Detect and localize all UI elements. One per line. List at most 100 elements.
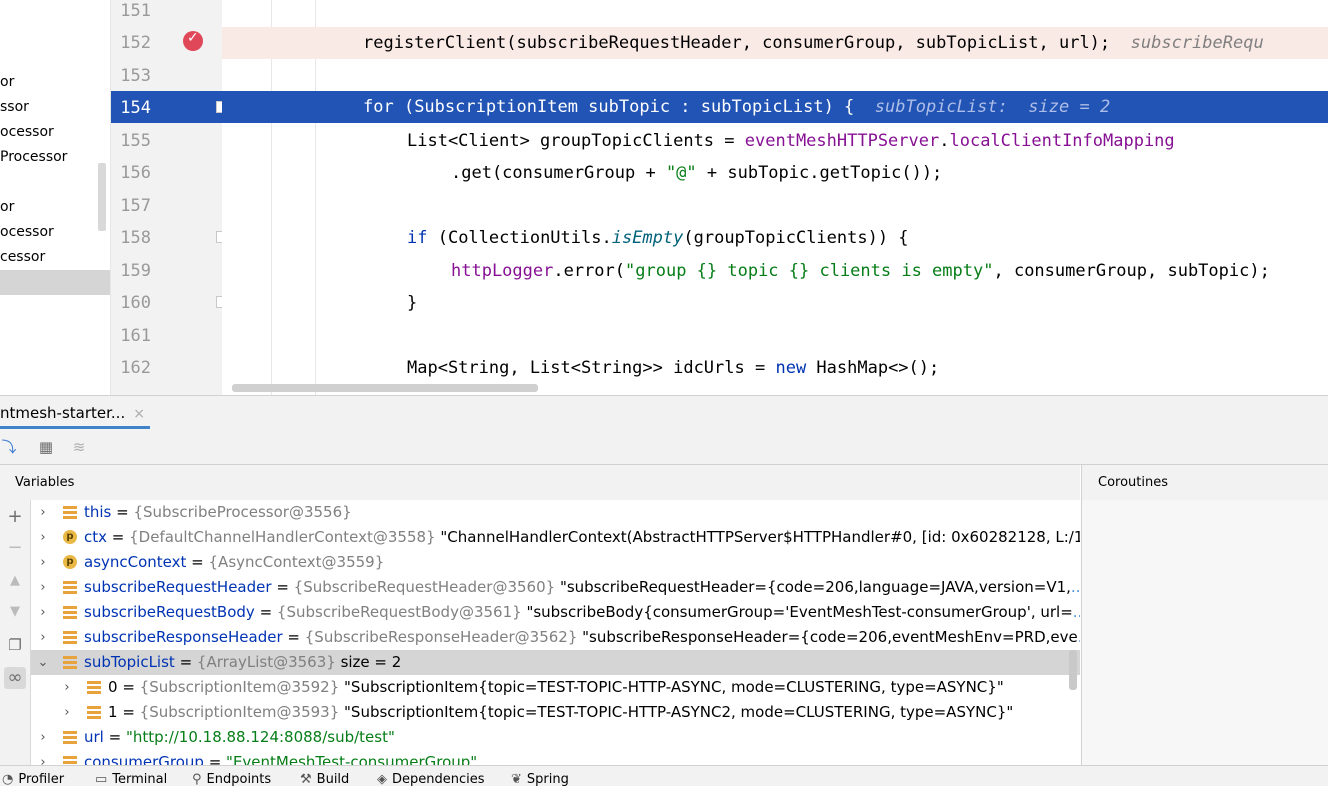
field-icon xyxy=(63,731,77,744)
variables-tree[interactable]: › this = {SubscribeProcessor@3556} › p ctx =… xyxy=(31,500,1080,765)
variable-row[interactable]: › subscribeRequestHeader = {SubscribeRequ… xyxy=(31,575,1080,600)
line-number: 151 xyxy=(120,1,151,21)
tree-item-selected[interactable] xyxy=(0,270,110,295)
tree-item[interactable]: ocessor xyxy=(0,220,54,245)
variable-row[interactable]: › url = "http://10.18.88.124:8088/sub/tes… xyxy=(31,725,1080,750)
move-up-icon[interactable]: ▲ xyxy=(4,570,26,592)
editor-horizontal-scrollbar[interactable] xyxy=(232,384,538,392)
tab-label: Terminal xyxy=(112,772,168,786)
copy-icon[interactable]: ❐ xyxy=(4,634,26,656)
chevron-right-icon[interactable]: › xyxy=(37,550,49,575)
chevron-right-icon[interactable]: › xyxy=(37,575,49,600)
variables-scrollbar[interactable] xyxy=(1069,650,1077,690)
variable-name: 0 xyxy=(108,678,118,696)
chevron-right-icon[interactable]: › xyxy=(37,500,49,525)
chevron-right-icon[interactable]: › xyxy=(61,700,73,725)
tree-item[interactable]: ocessor xyxy=(0,120,54,145)
field-ref: localClientInfoMapping xyxy=(949,131,1175,151)
tree-item[interactable]: cessor xyxy=(0,245,45,270)
code-line-155[interactable]: List<Client> groupTopicClients = eventMe… xyxy=(222,130,1328,162)
keyword: new xyxy=(775,358,807,378)
keyword: for xyxy=(363,97,394,117)
debug-session-tab[interactable]: ntmesh-starter... × xyxy=(0,396,153,428)
field-icon xyxy=(87,681,101,694)
tree-item[interactable]: or xyxy=(0,195,14,220)
code-line-158[interactable]: if (CollectionUtils.isEmpty(groupTopicCl… xyxy=(222,227,1328,259)
build-tab[interactable]: ⚒ Build xyxy=(300,772,349,786)
breakpoint-icon[interactable] xyxy=(183,30,203,51)
endpoints-icon: ⚲ xyxy=(192,772,202,786)
tree-item[interactable]: or xyxy=(0,70,14,95)
code-line-156[interactable]: .get(consumerGroup + "@" + subTopic.getT… xyxy=(222,162,1328,194)
equals-sign: = xyxy=(282,628,305,646)
remove-watch-icon[interactable]: − xyxy=(4,537,26,559)
line-number: 155 xyxy=(120,131,151,151)
view-link[interactable]: ... View xyxy=(1073,603,1080,621)
show-watches-icon[interactable]: ∞ xyxy=(4,667,26,689)
add-watch-icon[interactable]: + xyxy=(4,506,26,528)
variable-text: this = {SubscribeProcessor@3556} xyxy=(84,500,352,525)
string-literal: "group {} topic {} clients is empty" xyxy=(625,261,994,281)
variable-row[interactable]: › subscribeResponseHeader = {SubscribeRes… xyxy=(31,625,1080,650)
variable-row[interactable]: › this = {SubscribeProcessor@3556} xyxy=(31,500,1080,525)
variable-value: "subscribeResponseHeader={code=206,event… xyxy=(577,628,1078,646)
variable-row[interactable]: › subscribeRequestBody = {SubscribeReques… xyxy=(31,600,1080,625)
variable-text: subscribeRequestBody = {SubscribeRequest… xyxy=(84,600,1080,625)
variable-text: url = "http://10.18.88.124:8088/sub/test… xyxy=(84,725,395,750)
view-link[interactable]: ... View xyxy=(1071,578,1080,596)
line-number: 157 xyxy=(120,196,151,216)
variable-name: subscribeRequestBody xyxy=(84,603,255,621)
endpoints-tab[interactable]: ⚲ Endpoints xyxy=(192,772,271,786)
keyword: if xyxy=(407,228,428,248)
tree-item[interactable]: ssor xyxy=(0,95,29,120)
tree-scrollbar[interactable] xyxy=(98,163,106,231)
variable-row[interactable]: › 1 = {SubscriptionItem@3593} "Subscripti… xyxy=(31,700,1080,725)
tree-item[interactable]: Processor xyxy=(0,145,67,170)
variable-name: this xyxy=(84,503,112,521)
variable-value: "EventMeshTest-consumerGroup" xyxy=(226,753,478,765)
chevron-right-icon[interactable]: › xyxy=(37,525,49,550)
dependencies-tab[interactable]: ◈ Dependencies xyxy=(377,772,485,786)
variable-row[interactable]: › p ctx = {DefaultChannelHandlerContext@35… xyxy=(31,525,1080,550)
chevron-right-icon[interactable]: › xyxy=(37,600,49,625)
variable-row[interactable]: › p asyncContext = {AsyncContext@3559} xyxy=(31,550,1080,575)
trace-stream-icon[interactable]: ≋ xyxy=(70,438,88,456)
code-line-154[interactable]: for (SubscriptionItem subTopic : subTopi… xyxy=(222,91,1328,123)
active-tab-indicator xyxy=(0,426,150,429)
code-line-160[interactable]: } xyxy=(222,292,1328,324)
chevron-right-icon[interactable]: › xyxy=(37,625,49,650)
equals-sign: = xyxy=(103,728,126,746)
equals-sign: = xyxy=(117,703,140,721)
string-literal: "@" xyxy=(665,163,697,183)
move-down-icon[interactable]: ▼ xyxy=(4,601,26,623)
terminal-tab[interactable]: ▭ Terminal xyxy=(95,772,167,786)
step-into-icon[interactable]: ⤵ xyxy=(0,438,18,456)
spring-tab[interactable]: ❦ Spring xyxy=(511,772,569,786)
code-line-152[interactable]: registerClient(subscribeRequestHeader, c… xyxy=(222,27,1328,59)
variable-type: {AsyncContext@3559} xyxy=(208,553,385,571)
view-link[interactable]: ... View xyxy=(1078,628,1080,646)
chevron-right-icon[interactable]: › xyxy=(61,675,73,700)
code-line-159[interactable]: httpLogger.error("group {} topic {} clie… xyxy=(222,260,1328,292)
variable-text: consumerGroup = "EventMeshTest-consumerG… xyxy=(84,750,477,765)
debug-tab-strip: ntmesh-starter... × xyxy=(0,395,1328,430)
field-ref: eventMeshHTTPServer xyxy=(744,131,940,151)
chevron-down-icon[interactable]: ⌄ xyxy=(37,650,49,675)
field-ref: httpLogger xyxy=(451,261,554,281)
profiler-tab[interactable]: ◔ Profiler xyxy=(2,772,64,786)
variable-row[interactable]: › consumerGroup = "EventMeshTest-consumer… xyxy=(31,750,1080,765)
code-text: HashMap<>(); xyxy=(806,358,940,378)
close-icon[interactable]: × xyxy=(133,406,145,422)
code-text: , consumerGroup, subTopic); xyxy=(993,261,1270,281)
chevron-right-icon[interactable]: › xyxy=(37,750,49,765)
evaluate-expression-icon[interactable]: ▦ xyxy=(37,438,55,456)
coroutines-panel[interactable] xyxy=(1081,500,1328,765)
debug-toolbar: ⤵ ▦ ≋ xyxy=(0,430,1328,465)
chevron-right-icon[interactable]: › xyxy=(37,725,49,750)
code-editor[interactable]: registerClient(subscribeRequestHeader, c… xyxy=(222,0,1328,395)
variable-row[interactable]: › 0 = {SubscriptionItem@3592} "Subscripti… xyxy=(31,675,1080,700)
code-text: (CollectionUtils. xyxy=(427,228,612,248)
field-icon xyxy=(63,631,77,644)
spring-icon: ❦ xyxy=(511,772,522,786)
variable-row[interactable]: ⌄ subTopicList = {ArrayList@3563} size = … xyxy=(31,650,1080,675)
